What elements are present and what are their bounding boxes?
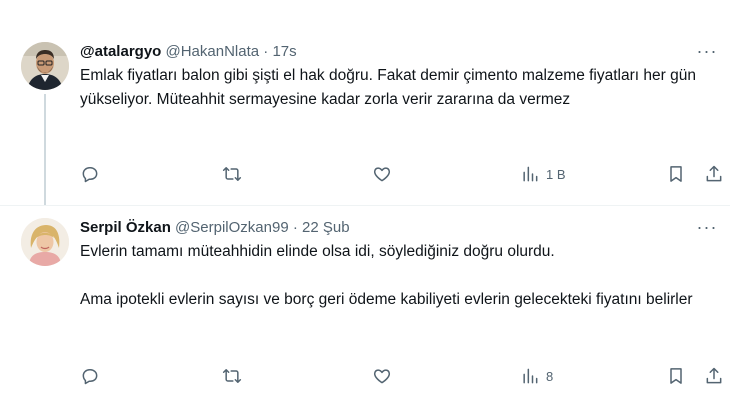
- more-icon[interactable]: ···: [696, 218, 718, 240]
- retweet-icon: [222, 369, 242, 383]
- like-button[interactable]: [372, 364, 398, 388]
- thread-line: [44, 94, 46, 206]
- user-handle[interactable]: @HakanNlata: [166, 43, 260, 60]
- tweet-paragraph: Evlerin tamamı müteahhidin elinde olsa i…: [80, 243, 555, 260]
- tweet-header: Serpil Özkan @SerpilOzkan99 · 22 Şub: [80, 218, 350, 238]
- bookmark-button[interactable]: [666, 364, 686, 388]
- tweet-text: Emlak fiyatları balon gibi şişti el hak …: [80, 64, 720, 112]
- tweet-header: @atalargyo @HakanNlata · 17s: [80, 42, 297, 62]
- timestamp[interactable]: 22 Şub: [302, 219, 350, 236]
- reply-icon: [82, 167, 98, 183]
- reply-icon: [82, 369, 98, 385]
- reply-button[interactable]: [80, 162, 106, 186]
- retweet-button[interactable]: [222, 162, 248, 186]
- views-icon: [523, 368, 538, 384]
- display-name[interactable]: @atalargyo: [80, 43, 161, 60]
- avatar-image: [21, 218, 69, 266]
- avatar-image: [21, 42, 69, 90]
- reply-button[interactable]: [80, 364, 106, 388]
- like-icon: [373, 369, 391, 384]
- display-name[interactable]: Serpil Özkan: [80, 219, 171, 236]
- tweet-paragraph: Ama ipotekli evlerin sayısı ve borç geri…: [80, 291, 693, 308]
- tweet[interactable]: @atalargyo @HakanNlata · 17s ··· Emlak f…: [0, 0, 730, 206]
- tweet-paragraph: Emlak fiyatları balon gibi şişti el hak …: [80, 67, 696, 108]
- like-icon: [373, 167, 391, 182]
- action-bar: 1 B: [78, 162, 723, 186]
- bookmark-icon: [670, 368, 682, 384]
- retweet-icon: [222, 167, 242, 181]
- views-button[interactable]: 1 B: [520, 162, 566, 186]
- bookmark-icon: [670, 166, 682, 182]
- timestamp[interactable]: 17s: [272, 43, 296, 60]
- view-count: 1 B: [546, 166, 566, 182]
- share-icon: [706, 367, 722, 384]
- more-icon[interactable]: ···: [696, 42, 718, 64]
- share-button[interactable]: [704, 162, 724, 186]
- views-icon: [523, 166, 538, 182]
- view-count: 8: [546, 368, 554, 384]
- separator-dot: ·: [263, 43, 269, 60]
- tweet-text: Evlerin tamamı müteahhidin elinde olsa i…: [80, 240, 720, 312]
- avatar[interactable]: [21, 218, 69, 266]
- like-button[interactable]: [372, 162, 398, 186]
- bookmark-button[interactable]: [666, 162, 686, 186]
- tweet[interactable]: Serpil Özkan @SerpilOzkan99 · 22 Şub ···…: [0, 206, 730, 420]
- views-button[interactable]: 8: [520, 364, 553, 388]
- avatar[interactable]: [21, 42, 69, 90]
- share-icon: [706, 165, 722, 182]
- action-bar: 8: [78, 364, 723, 388]
- share-button[interactable]: [704, 364, 724, 388]
- separator-dot: ·: [292, 219, 298, 236]
- user-handle[interactable]: @SerpilOzkan99: [175, 219, 289, 236]
- retweet-button[interactable]: [222, 364, 248, 388]
